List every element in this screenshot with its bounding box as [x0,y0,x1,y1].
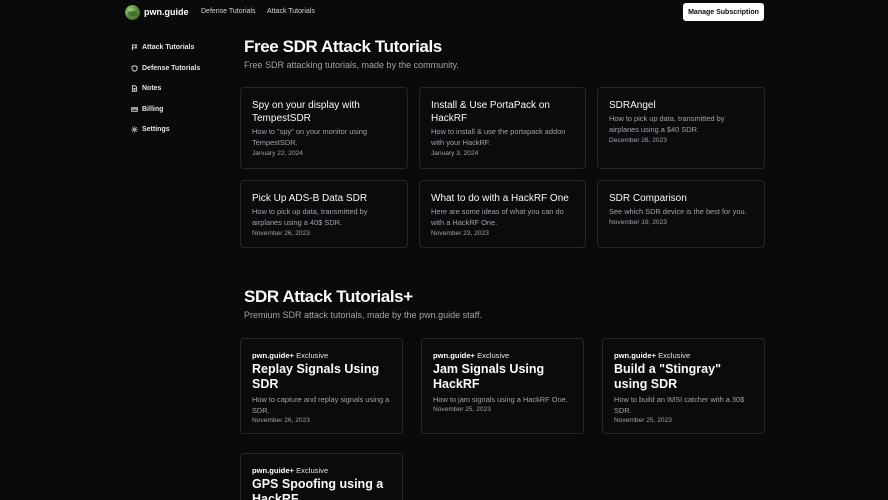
badge-text: Exclusive [296,351,329,360]
flag-icon [131,44,138,50]
card-date: November 26, 2023 [252,417,310,424]
card-date: November 19, 2023 [609,219,667,226]
badge-brand: pwn.guide+ [614,351,656,360]
sidebar-item-label: Billing [142,105,164,113]
card-description: How to capture and replay signals using … [252,395,390,415]
brand-name[interactable]: pwn.guide [144,7,189,17]
card-description: How to install & use the portapack addon… [431,127,566,147]
sidebar-item-notes[interactable]: Notes [131,82,161,94]
card-description: How to build an IMSI catcher with a 30$ … [614,395,745,415]
card-date: November 23, 2023 [431,230,489,237]
card-title: Jam Signals Using HackRF [433,362,545,391]
badge-brand: pwn.guide+ [252,466,294,475]
tutorial-card[interactable]: SDRAngel How to pick up data, transmitte… [597,87,765,169]
card-title: SDR Comparison [609,193,687,204]
badge-text: Exclusive [477,351,510,360]
section-subtitle-premium: Premium SDR attack tutorials, made by th… [244,310,482,320]
section-title-free: Free SDR Attack Tutorials [244,37,442,56]
notes-icon [131,84,138,92]
card-description: How to pick up data, transmitted by airp… [252,207,368,227]
card-title: Pick Up ADS-B Data SDR [252,193,368,204]
manage-subscription-button[interactable]: Manage Subscription [683,3,764,21]
card-description: See which SDR device is the best for you… [609,207,747,216]
nav-link-defense-tutorials[interactable]: Defense Tutorials [201,8,255,15]
sidebar-item-label: Settings [142,125,170,133]
card-title: SDRAngel [609,100,656,111]
logo-icon[interactable] [125,5,140,20]
badge-brand: pwn.guide+ [433,351,475,360]
gear-icon [131,126,138,132]
card-date: December 26, 2023 [609,137,667,144]
card-description: How to "spy" on your monitor using Tempe… [252,127,367,147]
sidebar-item-billing[interactable]: Billing [131,103,163,115]
sidebar-item-settings[interactable]: Settings [131,123,170,135]
card-description: Here are some ideas of what you can do w… [431,207,564,227]
badge-text: Exclusive [658,351,691,360]
card-title: GPS Spoofing using a HackRF [252,477,384,500]
exclusive-badge: pwn.guide+ Exclusive [252,351,391,361]
sidebar-item-label: Defense Tutorials [142,64,201,72]
card-title: Install & Use PortaPack on HackRF [431,100,550,124]
exclusive-badge: pwn.guide+ Exclusive [252,466,391,476]
card-date: January 22, 2024 [252,150,303,157]
premium-tutorial-card[interactable]: pwn.guide+ Exclusive GPS Spoofing using … [240,453,403,500]
card-date: November 26, 2023 [252,230,310,237]
card-date: November 25, 2023 [433,406,491,413]
badge-brand: pwn.guide+ [252,351,294,360]
card-description: How to jam signals using a HackRF One. [433,395,568,404]
nav-link-attack-tutorials[interactable]: Attack Tutorials [267,8,315,15]
premium-tutorial-card[interactable]: pwn.guide+ Exclusive Jam Signals Using H… [421,338,584,434]
shield-icon [131,64,138,72]
exclusive-badge: pwn.guide+ Exclusive [433,351,572,361]
card-title: What to do with a HackRF One [431,193,569,204]
sidebar-item-label: Attack Tutorials [142,43,195,51]
card-date: November 25, 2023 [614,417,672,424]
tutorial-card[interactable]: SDR Comparison See which SDR device is t… [597,180,765,248]
sidebar-item-attack-tutorials[interactable]: Attack Tutorials [131,41,194,53]
tutorial-card[interactable]: Spy on your display with TempestSDR How … [240,87,408,169]
card-title: Replay Signals Using SDR [252,362,380,391]
tutorial-card[interactable]: Pick Up ADS-B Data SDR How to pick up da… [240,180,408,248]
section-title-premium: SDR Attack Tutorials+ [244,287,413,306]
tutorial-card[interactable]: Install & Use PortaPack on HackRF How to… [419,87,586,169]
premium-tutorial-card[interactable]: pwn.guide+ Exclusive Build a "Stingray" … [602,338,765,434]
sidebar-item-defense-tutorials[interactable]: Defense Tutorials [131,62,200,74]
sidebar-item-label: Notes [142,84,162,92]
card-date: January 3, 2024 [431,150,479,157]
tutorial-card[interactable]: What to do with a HackRF One Here are so… [419,180,586,248]
card-title: Build a "Stingray" using SDR [614,362,722,391]
top-navbar: pwn.guide Defense Tutorials Attack Tutor… [0,0,888,26]
card-title: Spy on your display with TempestSDR [252,100,360,124]
card-description: How to pick up data, transmitted by airp… [609,114,725,134]
exclusive-badge: pwn.guide+ Exclusive [614,351,753,361]
premium-tutorial-card[interactable]: pwn.guide+ Exclusive Replay Signals Usin… [240,338,403,434]
badge-text: Exclusive [296,466,329,475]
section-subtitle-free: Free SDR attacking tutorials, made by th… [244,60,459,70]
credit-card-icon [131,106,138,112]
